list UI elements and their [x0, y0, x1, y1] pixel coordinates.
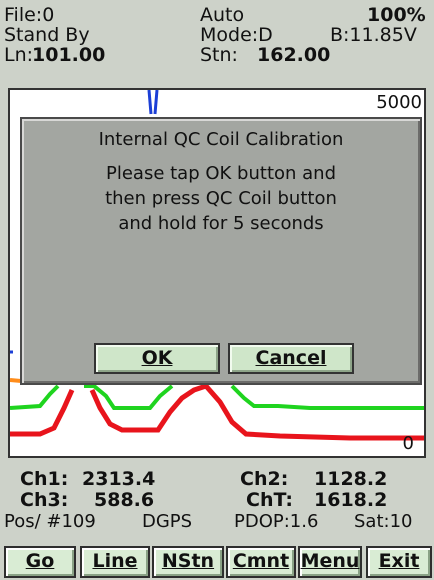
menu-button[interactable]: Menu [298, 546, 362, 578]
battery-percent: 100% [367, 4, 426, 26]
device-screen: File:0 Auto 100% Stand By Mode:D B:11.85… [0, 0, 434, 580]
line-button[interactable]: Line [80, 546, 150, 578]
y-axis-max-label: 5000 [376, 92, 422, 113]
gps-mode: DGPS [142, 511, 193, 532]
dialog-message-line: then press QC Coil button [105, 188, 337, 209]
auto-indicator: Auto [200, 4, 245, 26]
dialog-title: Internal QC Coil Calibration [98, 129, 344, 150]
station-value: 162.00 [257, 44, 331, 66]
line-label: Ln: [4, 44, 34, 66]
ch3-value: 588.6 [94, 489, 155, 511]
blue-trace-right [153, 90, 159, 115]
ch1-label: Ch1: [20, 468, 69, 490]
comment-button[interactable]: Cmnt [226, 546, 296, 578]
status-text: Stand By [4, 24, 90, 46]
line-value: 101.00 [32, 44, 106, 66]
qc-calibration-dialog: Internal QC Coil Calibration Please tap … [20, 117, 422, 385]
ch2-value: 1128.2 [314, 468, 388, 490]
ch1-value: 2313.4 [82, 468, 156, 490]
satellite-count: Sat:10 [354, 511, 413, 532]
station-label: Stn: [200, 44, 238, 66]
ok-button[interactable]: OK [94, 343, 220, 374]
go-button[interactable]: Go [4, 546, 76, 578]
pdop-value: PDOP:1.6 [234, 511, 319, 532]
ch2-label: Ch2: [240, 468, 289, 490]
position-number: Pos/ #109 [4, 511, 96, 532]
file-indicator: File:0 [4, 4, 55, 26]
cancel-button[interactable]: Cancel [228, 343, 354, 374]
mode-indicator: Mode:D [200, 24, 273, 46]
dialog-message-line: Please tap OK button and [105, 163, 337, 184]
battery-voltage: B:11.85V [330, 24, 417, 46]
dialog-message-line: and hold for 5 seconds [118, 213, 324, 234]
exit-button[interactable]: Exit [366, 546, 432, 578]
dialog-message: Please tap OK button and then press QC C… [22, 161, 420, 236]
command-bar: Go Line NStn Cmnt Menu Exit [4, 546, 432, 578]
y-axis-min-label: 0 [402, 433, 414, 454]
next-station-button[interactable]: NStn [152, 546, 224, 578]
blue-trace-left [147, 90, 153, 115]
cht-label: ChT: [246, 489, 293, 511]
ch3-label: Ch3: [20, 489, 69, 511]
red-trace [10, 383, 424, 441]
cht-value: 1618.2 [314, 489, 388, 511]
